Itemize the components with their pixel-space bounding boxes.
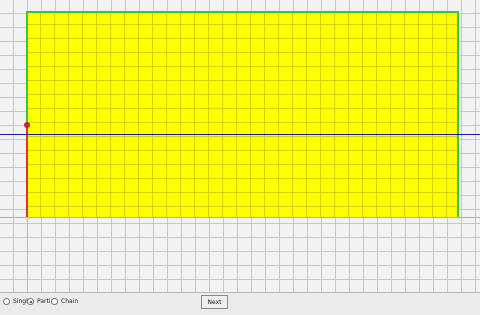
- chain-radio[interactable]: [51, 298, 58, 305]
- vertical-guide-line: [27, 217, 28, 292]
- chain-option[interactable]: Chain: [51, 298, 78, 305]
- chain-label: Chain: [61, 298, 79, 305]
- right-edge[interactable]: [457, 11, 459, 217]
- drawing-canvas[interactable]: [0, 0, 480, 292]
- baseline-guide: [0, 217, 480, 218]
- yellow-rectangle-shape[interactable]: [27, 11, 458, 217]
- vertex-point[interactable]: [24, 122, 30, 128]
- bottom-toolbar: Single Partial Chain Next: [0, 292, 480, 315]
- left-edge-lower-highlighted[interactable]: [26, 125, 28, 217]
- top-edge[interactable]: [27, 11, 458, 13]
- single-radio[interactable]: [3, 298, 10, 305]
- left-edge-upper[interactable]: [26, 11, 28, 125]
- horizontal-axis-line: [0, 134, 480, 135]
- partial-radio[interactable]: [27, 298, 34, 305]
- next-button[interactable]: Next: [201, 295, 228, 309]
